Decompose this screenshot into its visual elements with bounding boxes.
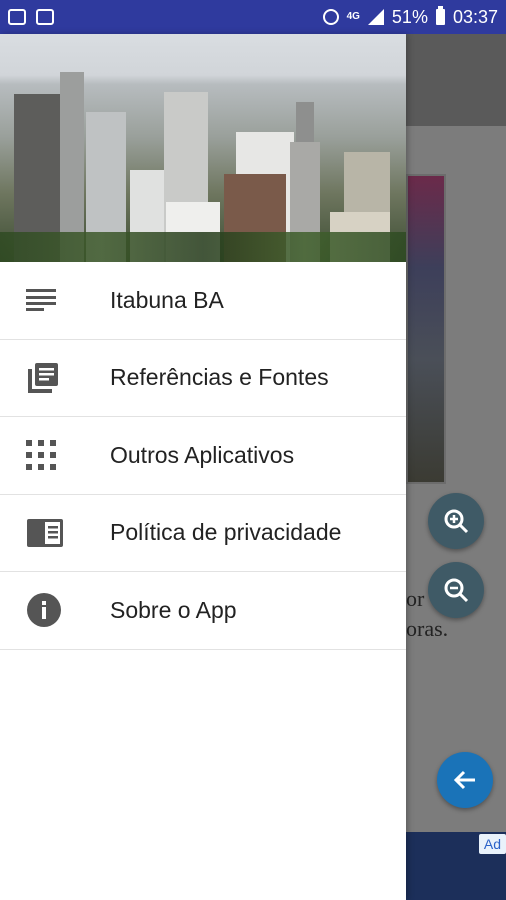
apps-grid-icon bbox=[26, 440, 56, 471]
background-toolbar bbox=[406, 34, 506, 126]
back-button[interactable] bbox=[437, 752, 493, 808]
zoom-in-button[interactable] bbox=[428, 493, 484, 549]
zoom-in-icon bbox=[444, 509, 469, 534]
battery-percent: 51% bbox=[391, 6, 428, 27]
zoom-out-button[interactable] bbox=[428, 562, 484, 618]
alarm-icon bbox=[322, 9, 339, 25]
navigation-drawer: Itabuna BA Referências e Fontes Outros A… bbox=[0, 34, 406, 900]
arrow-back-icon bbox=[453, 770, 475, 790]
menu-item-outros-aplicativos[interactable]: Outros Aplicativos bbox=[0, 417, 406, 495]
network-type: 4G bbox=[346, 11, 360, 22]
menu-item-label: Sobre o App bbox=[110, 596, 237, 623]
zoom-out-icon bbox=[444, 578, 469, 603]
tree-line bbox=[0, 232, 406, 262]
menu-item-label: Itabuna BA bbox=[110, 286, 224, 313]
status-bar: 4G 51% 03:37 bbox=[0, 0, 506, 34]
ad-label: Ad bbox=[478, 834, 506, 854]
menu-item-label: Outros Aplicativos bbox=[110, 441, 295, 468]
library-books-icon bbox=[28, 362, 58, 393]
menu-item-sobre-o-app[interactable]: Sobre o App bbox=[0, 572, 406, 650]
menu-item-politica-privacidade[interactable]: Política de privacidade bbox=[0, 495, 406, 572]
drawer-header-city-image bbox=[0, 34, 406, 262]
article-image bbox=[406, 174, 446, 484]
signal-icon bbox=[367, 9, 384, 25]
wifi-notification-icon bbox=[36, 9, 54, 25]
battery-icon bbox=[435, 6, 445, 25]
clock: 03:37 bbox=[452, 6, 498, 27]
menu-item-label: Referências e Fontes bbox=[110, 364, 329, 391]
drawer-menu: Itabuna BA Referências e Fontes Outros A… bbox=[0, 262, 406, 650]
reader-book-icon bbox=[27, 518, 63, 547]
background-app: or oras. Ad bbox=[406, 34, 506, 900]
menu-item-referencias[interactable]: Referências e Fontes bbox=[0, 340, 406, 417]
article-text-line: oras. bbox=[406, 616, 449, 641]
list-lines-icon bbox=[26, 289, 56, 312]
info-icon bbox=[27, 593, 61, 628]
menu-item-label: Política de privacidade bbox=[110, 519, 342, 546]
menu-item-itabuna-ba[interactable]: Itabuna BA bbox=[0, 262, 406, 340]
image-notification-icon bbox=[8, 9, 26, 25]
ad-banner[interactable]: Ad bbox=[406, 832, 506, 900]
